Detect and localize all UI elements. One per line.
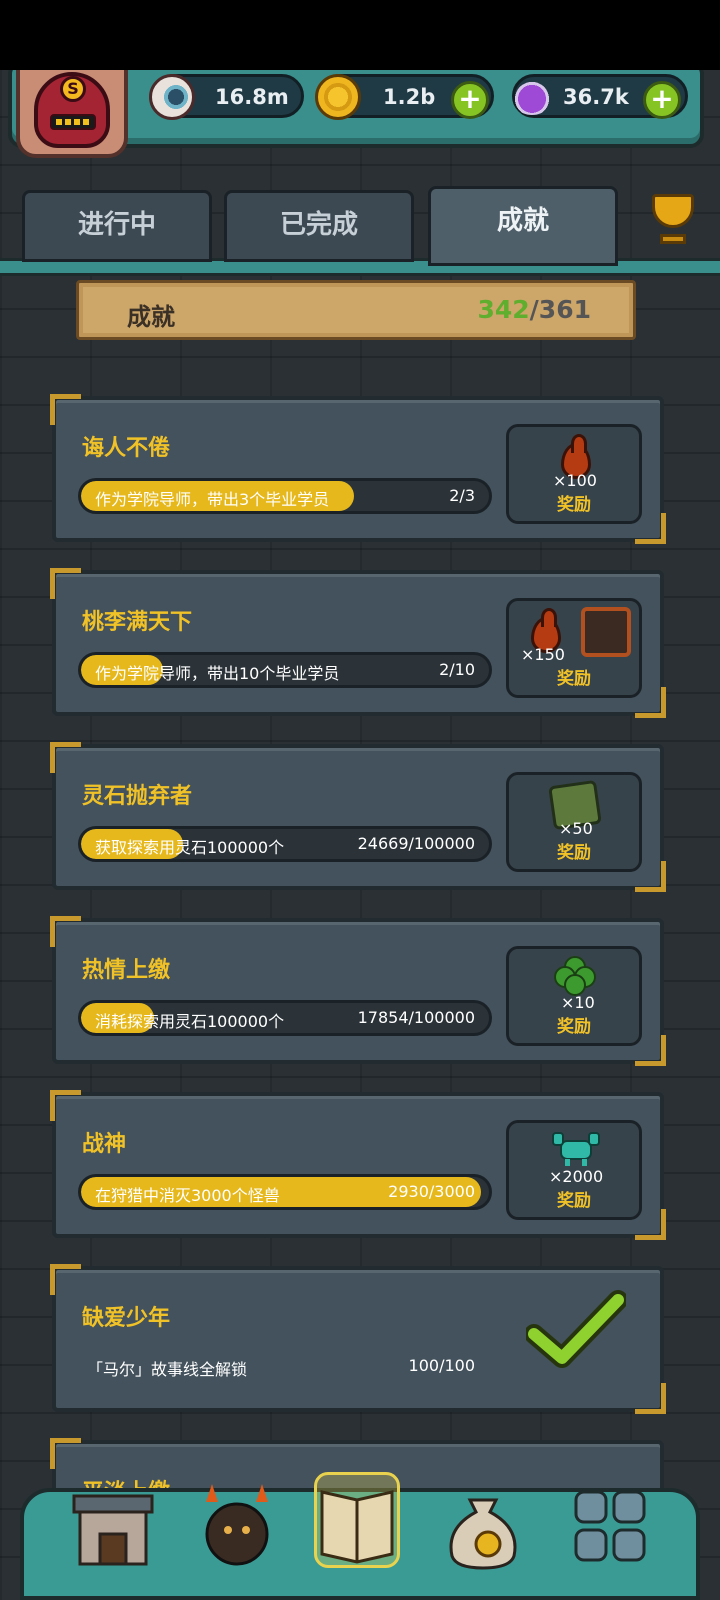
emblem-mouth bbox=[50, 114, 96, 130]
achievement-desc: 作为学院导师，带出10个毕业学员 bbox=[95, 664, 340, 683]
monster-emblem-icon: S bbox=[34, 72, 110, 148]
reward-box[interactable]: ×10 奖励 bbox=[506, 946, 642, 1046]
reward-label: 奖励 bbox=[557, 843, 591, 863]
eyeball-counter: 16.8m bbox=[149, 74, 304, 120]
summary-done-count: 342 bbox=[477, 295, 530, 324]
potion-icon bbox=[509, 70, 555, 115]
reward-box[interactable]: ×100 奖励 bbox=[506, 424, 642, 524]
progress-text: 2/3 bbox=[449, 486, 475, 505]
progress-bar: 消耗探索用灵石100000个 17854/100000 bbox=[78, 1000, 492, 1036]
reward-qty: ×100 bbox=[553, 471, 597, 490]
coin-value: 1.2b bbox=[383, 85, 436, 109]
achievement-title: 桃李满天下 bbox=[82, 610, 193, 635]
progress-bar: 作为学院导师，带出10个毕业学员 2/10 bbox=[78, 652, 492, 688]
reward-label: 奖励 bbox=[557, 669, 591, 689]
achievement-desc: 获取探索用灵石100000个 bbox=[95, 838, 285, 857]
progress-bar: 在狩猎中消灭3000个怪兽 2930/3000 bbox=[78, 1174, 492, 1210]
progress-text: 2/10 bbox=[439, 660, 475, 679]
reward-box[interactable]: ×50 奖励 bbox=[506, 772, 642, 872]
progress-bar: 作为学院导师，带出3个毕业学员 2/3 bbox=[78, 478, 492, 514]
gold-coin-icon bbox=[315, 74, 361, 120]
progress-text: 17854/100000 bbox=[357, 1008, 475, 1027]
progress-bar: 获取探索用灵石100000个 24669/100000 bbox=[78, 826, 492, 862]
reward-qty: ×10 bbox=[561, 993, 595, 1012]
reward-label: 奖励 bbox=[557, 1191, 591, 1211]
reward-box[interactable]: ×2000 奖励 bbox=[506, 1120, 642, 1220]
reward-label: 奖励 bbox=[557, 1017, 591, 1037]
achievement-card: 战神 在狩猎中消灭3000个怪兽 2930/3000 ×2000 奖励 bbox=[50, 1090, 666, 1240]
emblem-letter: S bbox=[60, 76, 86, 102]
tab-in-progress[interactable]: 进行中 bbox=[22, 190, 212, 262]
reward-qty: ×50 bbox=[559, 819, 593, 838]
achievement-card: 灵石抛弃者 获取探索用灵石100000个 24669/100000 ×50 奖励 bbox=[50, 742, 666, 892]
reward-qty: ×2000 bbox=[549, 1167, 604, 1186]
empty-frame-icon bbox=[581, 607, 631, 657]
reward-box[interactable]: ×150 奖励 bbox=[506, 598, 642, 698]
monster-altar-icon[interactable] bbox=[194, 1478, 280, 1574]
add-coin-button[interactable]: + bbox=[451, 81, 489, 119]
achievement-title: 缺爱少年 bbox=[82, 1306, 171, 1331]
tab-completed[interactable]: 已完成 bbox=[224, 190, 414, 262]
achievement-card: 诲人不倦 作为学院导师，带出3个毕业学员 2/3 ×100 奖励 bbox=[50, 394, 666, 544]
player-emblem-button[interactable]: S bbox=[16, 70, 128, 158]
checkmark-icon bbox=[526, 1290, 626, 1368]
progress-text: 24669/100000 bbox=[357, 834, 475, 853]
eyeball-icon bbox=[149, 74, 195, 120]
summary-label: 成就 bbox=[127, 303, 175, 331]
bottom-nav bbox=[20, 1472, 700, 1600]
achievement-desc: 「马尔」故事线全解锁 bbox=[87, 1360, 248, 1379]
achievement-title: 诲人不倦 bbox=[82, 436, 171, 461]
progress-text: 2930/3000 bbox=[388, 1182, 475, 1201]
money-bag-icon[interactable] bbox=[440, 1478, 526, 1574]
achievement-title: 战神 bbox=[82, 1132, 127, 1157]
summary-total-count: /361 bbox=[529, 295, 591, 324]
trophy-icon[interactable] bbox=[640, 190, 706, 252]
progress-bar: 「马尔」故事线全解锁 100/100 bbox=[78, 1348, 492, 1384]
add-potion-button[interactable]: + bbox=[643, 81, 681, 119]
achievement-summary: 成就 342/361 bbox=[76, 280, 636, 340]
coin-counter: 1.2b + bbox=[315, 74, 494, 120]
achievement-desc: 消耗探索用灵石100000个 bbox=[95, 1012, 285, 1031]
book-icon[interactable] bbox=[314, 1472, 400, 1568]
achievement-title: 热情上缴 bbox=[82, 958, 171, 983]
progress-text: 100/100 bbox=[408, 1356, 475, 1375]
status-bar bbox=[0, 0, 720, 70]
grid-monsters-icon[interactable] bbox=[568, 1478, 654, 1574]
achievements-screen: 16.8m 1.2b + 36.7k + S 进行中 已完成 成就 成就 342… bbox=[0, 70, 720, 1600]
summary-count: 342/361 bbox=[477, 295, 591, 324]
eyeball-value: 16.8m bbox=[215, 85, 289, 109]
tab-achievements[interactable]: 成就 bbox=[428, 186, 618, 266]
achievement-card-completed: 缺爱少年 「马尔」故事线全解锁 100/100 bbox=[50, 1264, 666, 1414]
achievement-card: 桃李满天下 作为学院导师，带出10个毕业学员 2/10 ×150 奖励 bbox=[50, 568, 666, 718]
achievement-desc: 作为学院导师，带出3个毕业学员 bbox=[95, 490, 330, 509]
achievement-desc: 在狩猎中消灭3000个怪兽 bbox=[95, 1186, 280, 1205]
shop-building-icon[interactable] bbox=[70, 1478, 156, 1574]
achievement-title: 灵石抛弃者 bbox=[82, 784, 193, 809]
reward-label: 奖励 bbox=[557, 495, 591, 515]
tab-bar: 进行中 已完成 成就 bbox=[0, 186, 720, 282]
potion-value: 36.7k bbox=[563, 85, 629, 109]
reward-qty: ×150 bbox=[521, 645, 565, 664]
potion-counter: 36.7k + bbox=[509, 70, 688, 119]
achievement-card: 热情上缴 消耗探索用灵石100000个 17854/100000 ×10 奖励 bbox=[50, 916, 666, 1066]
crab-monster-icon bbox=[552, 1132, 600, 1166]
